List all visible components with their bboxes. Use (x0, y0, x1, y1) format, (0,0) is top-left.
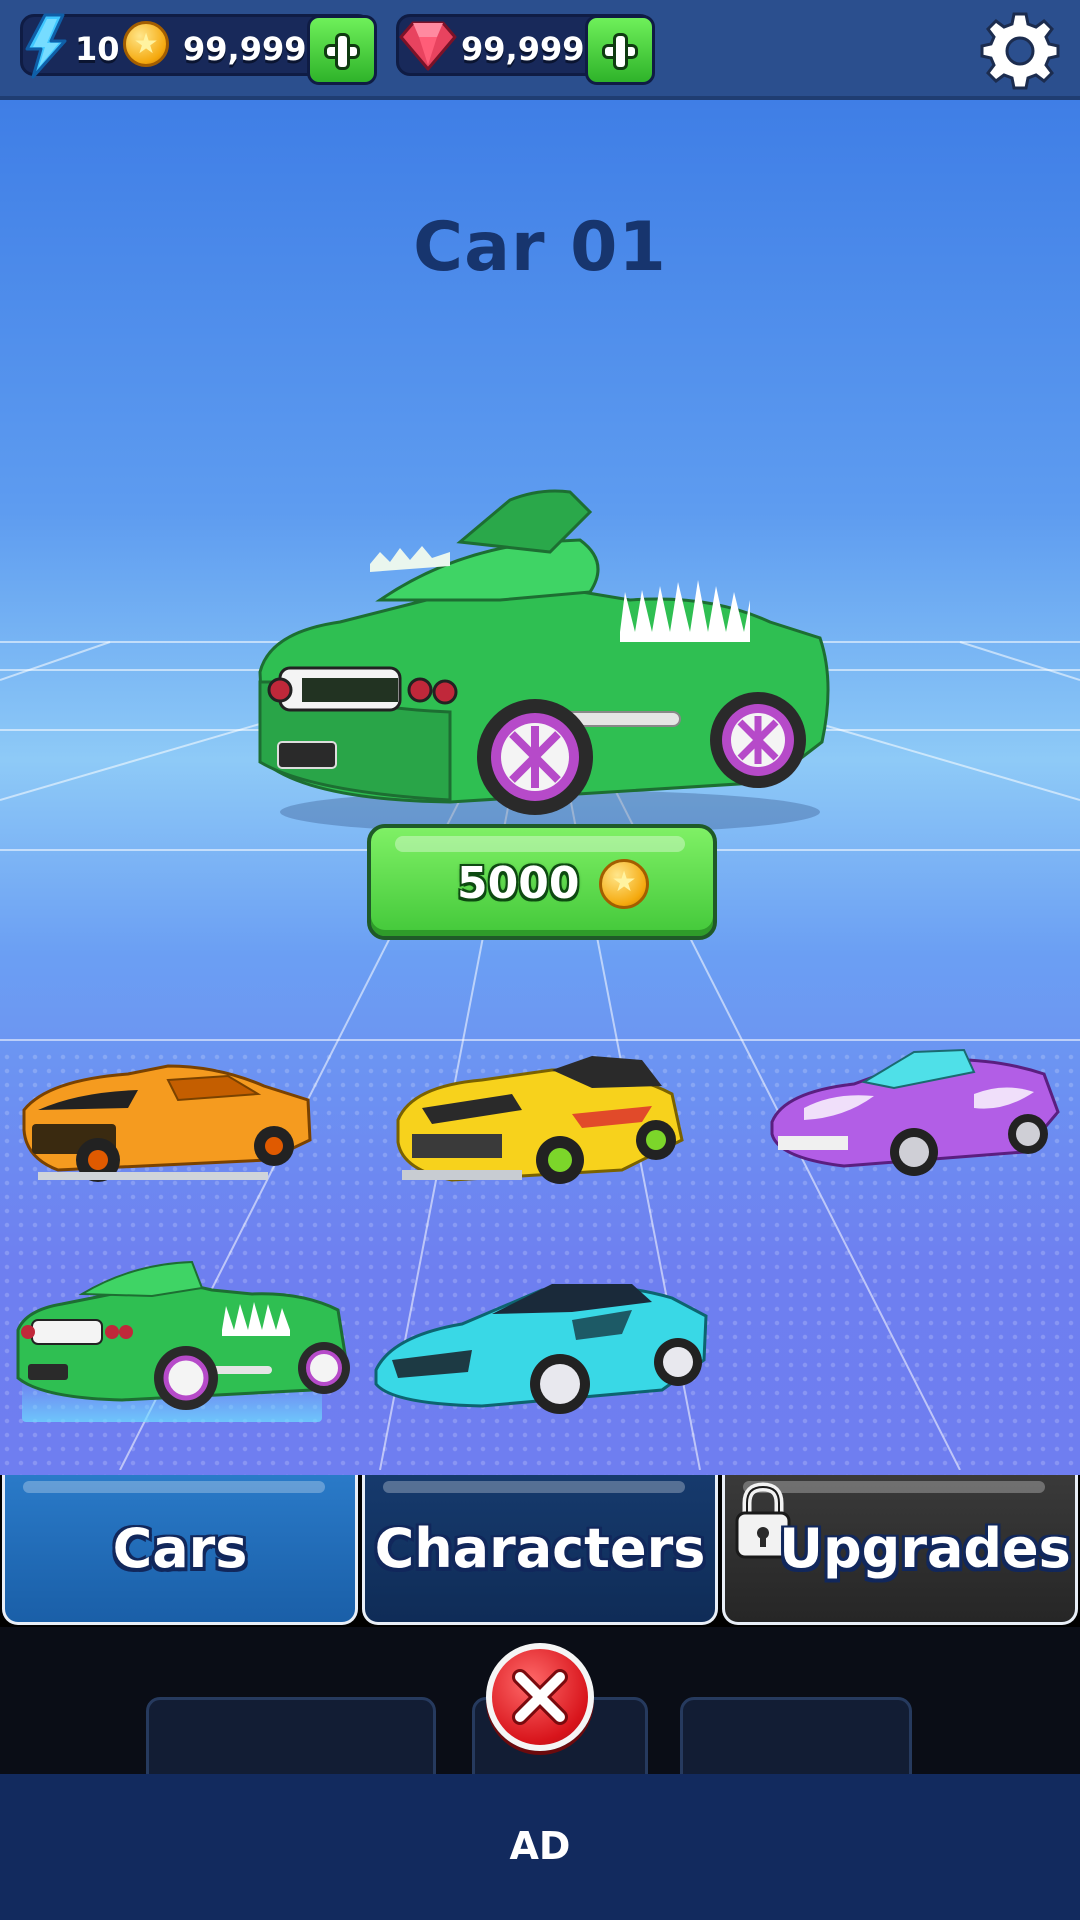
car-price: 5000 (457, 858, 580, 909)
currency-bar: 10 99,999 99,999 (0, 0, 1080, 100)
selected-car-preview[interactable] (250, 482, 840, 842)
energy-count: 10 (75, 30, 120, 68)
car-showroom: Car 01 5000 ★ (0, 100, 1080, 1475)
tab-shine (23, 1481, 325, 1493)
tab-upgrades[interactable]: Upgrades (722, 1475, 1078, 1625)
tab-characters[interactable]: Characters (362, 1475, 718, 1625)
car-thumb-yellow[interactable] (392, 1030, 692, 1190)
tab-upgrades-label: Upgrades (779, 1517, 1071, 1580)
coin-count: 99,999 (183, 30, 307, 68)
car-thumb-green-selected[interactable] (12, 1240, 352, 1420)
ad-banner[interactable]: AD (0, 1774, 1080, 1920)
buy-car-button[interactable]: 5000 (367, 824, 717, 940)
coin-icon (599, 859, 649, 909)
gems-panel: 99,999 (396, 14, 655, 85)
ad-label: AD (509, 1824, 571, 1868)
gem-icon (399, 21, 457, 71)
energy-bolt-icon (25, 13, 67, 79)
car-thumb-orange[interactable] (18, 1030, 318, 1190)
tab-cars[interactable]: Cars (2, 1475, 358, 1625)
add-gems-button[interactable] (585, 15, 655, 85)
car-thumb-cyan[interactable] (372, 1250, 712, 1420)
tab-characters-label: Characters (374, 1517, 706, 1580)
car-thumb-purple[interactable] (764, 1022, 1064, 1182)
energy-coins-panel: 10 99,999 (20, 13, 377, 85)
coin-icon (123, 21, 169, 67)
add-coins-button[interactable] (307, 15, 377, 85)
tab-shine (383, 1481, 685, 1493)
car-title: Car 01 (413, 208, 667, 287)
gem-count: 99,999 (461, 30, 585, 68)
category-tabs: Cars Characters Upgrades (0, 1475, 1080, 1627)
background-card (680, 1697, 912, 1774)
background-card (146, 1697, 436, 1774)
settings-gear-icon[interactable] (980, 10, 1060, 90)
close-button[interactable] (486, 1643, 594, 1751)
close-icon (512, 1669, 568, 1725)
tab-cars-label: Cars (112, 1517, 248, 1580)
button-shine (395, 836, 685, 852)
